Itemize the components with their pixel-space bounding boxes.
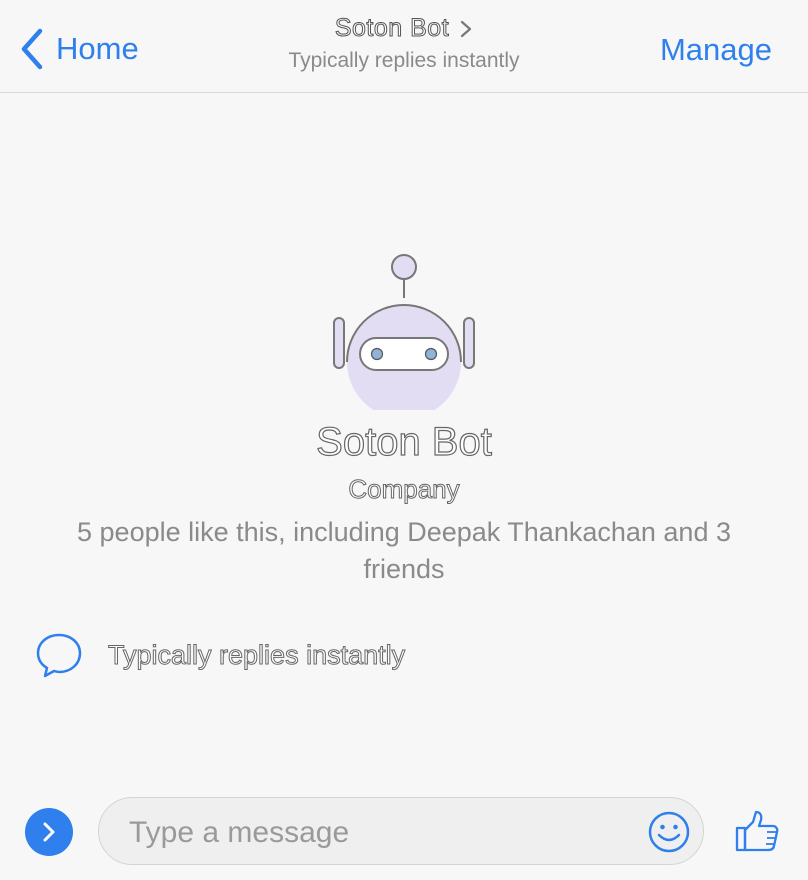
chevron-left-icon (21, 28, 43, 70)
chevron-right-icon (43, 822, 55, 842)
reply-time-info: Typically replies instantly (34, 630, 406, 680)
manage-button[interactable]: Manage (660, 32, 772, 68)
likes-summary: 5 people like this, including Deepak Tha… (77, 517, 731, 584)
message-placeholder: Type a message (129, 816, 350, 849)
chat-bubble-icon (36, 633, 82, 678)
conversation-title-text: Soton Bot (334, 14, 450, 43)
robot-icon (333, 254, 475, 410)
conversation-header[interactable]: Soton Bot Typically replies instantly (204, 14, 604, 73)
reply-time-text: Typically replies instantly (107, 639, 406, 670)
smiley-icon[interactable] (647, 810, 691, 854)
profile-category: Company (348, 474, 460, 505)
thumbs-up-icon[interactable] (734, 808, 780, 854)
back-label: Home (56, 31, 139, 66)
profile-name: Soton Bot (316, 419, 493, 464)
navigation-bar: Home Soton Bot Typically replies instant… (0, 0, 808, 93)
back-button[interactable]: Home (18, 27, 139, 71)
conversation-title[interactable]: Soton Bot (334, 14, 473, 43)
message-input[interactable]: Type a message (98, 797, 704, 865)
conversation-subtitle: Typically replies instantly (288, 49, 520, 72)
expand-composer-button[interactable] (25, 808, 73, 856)
chevron-right-icon (461, 20, 472, 37)
